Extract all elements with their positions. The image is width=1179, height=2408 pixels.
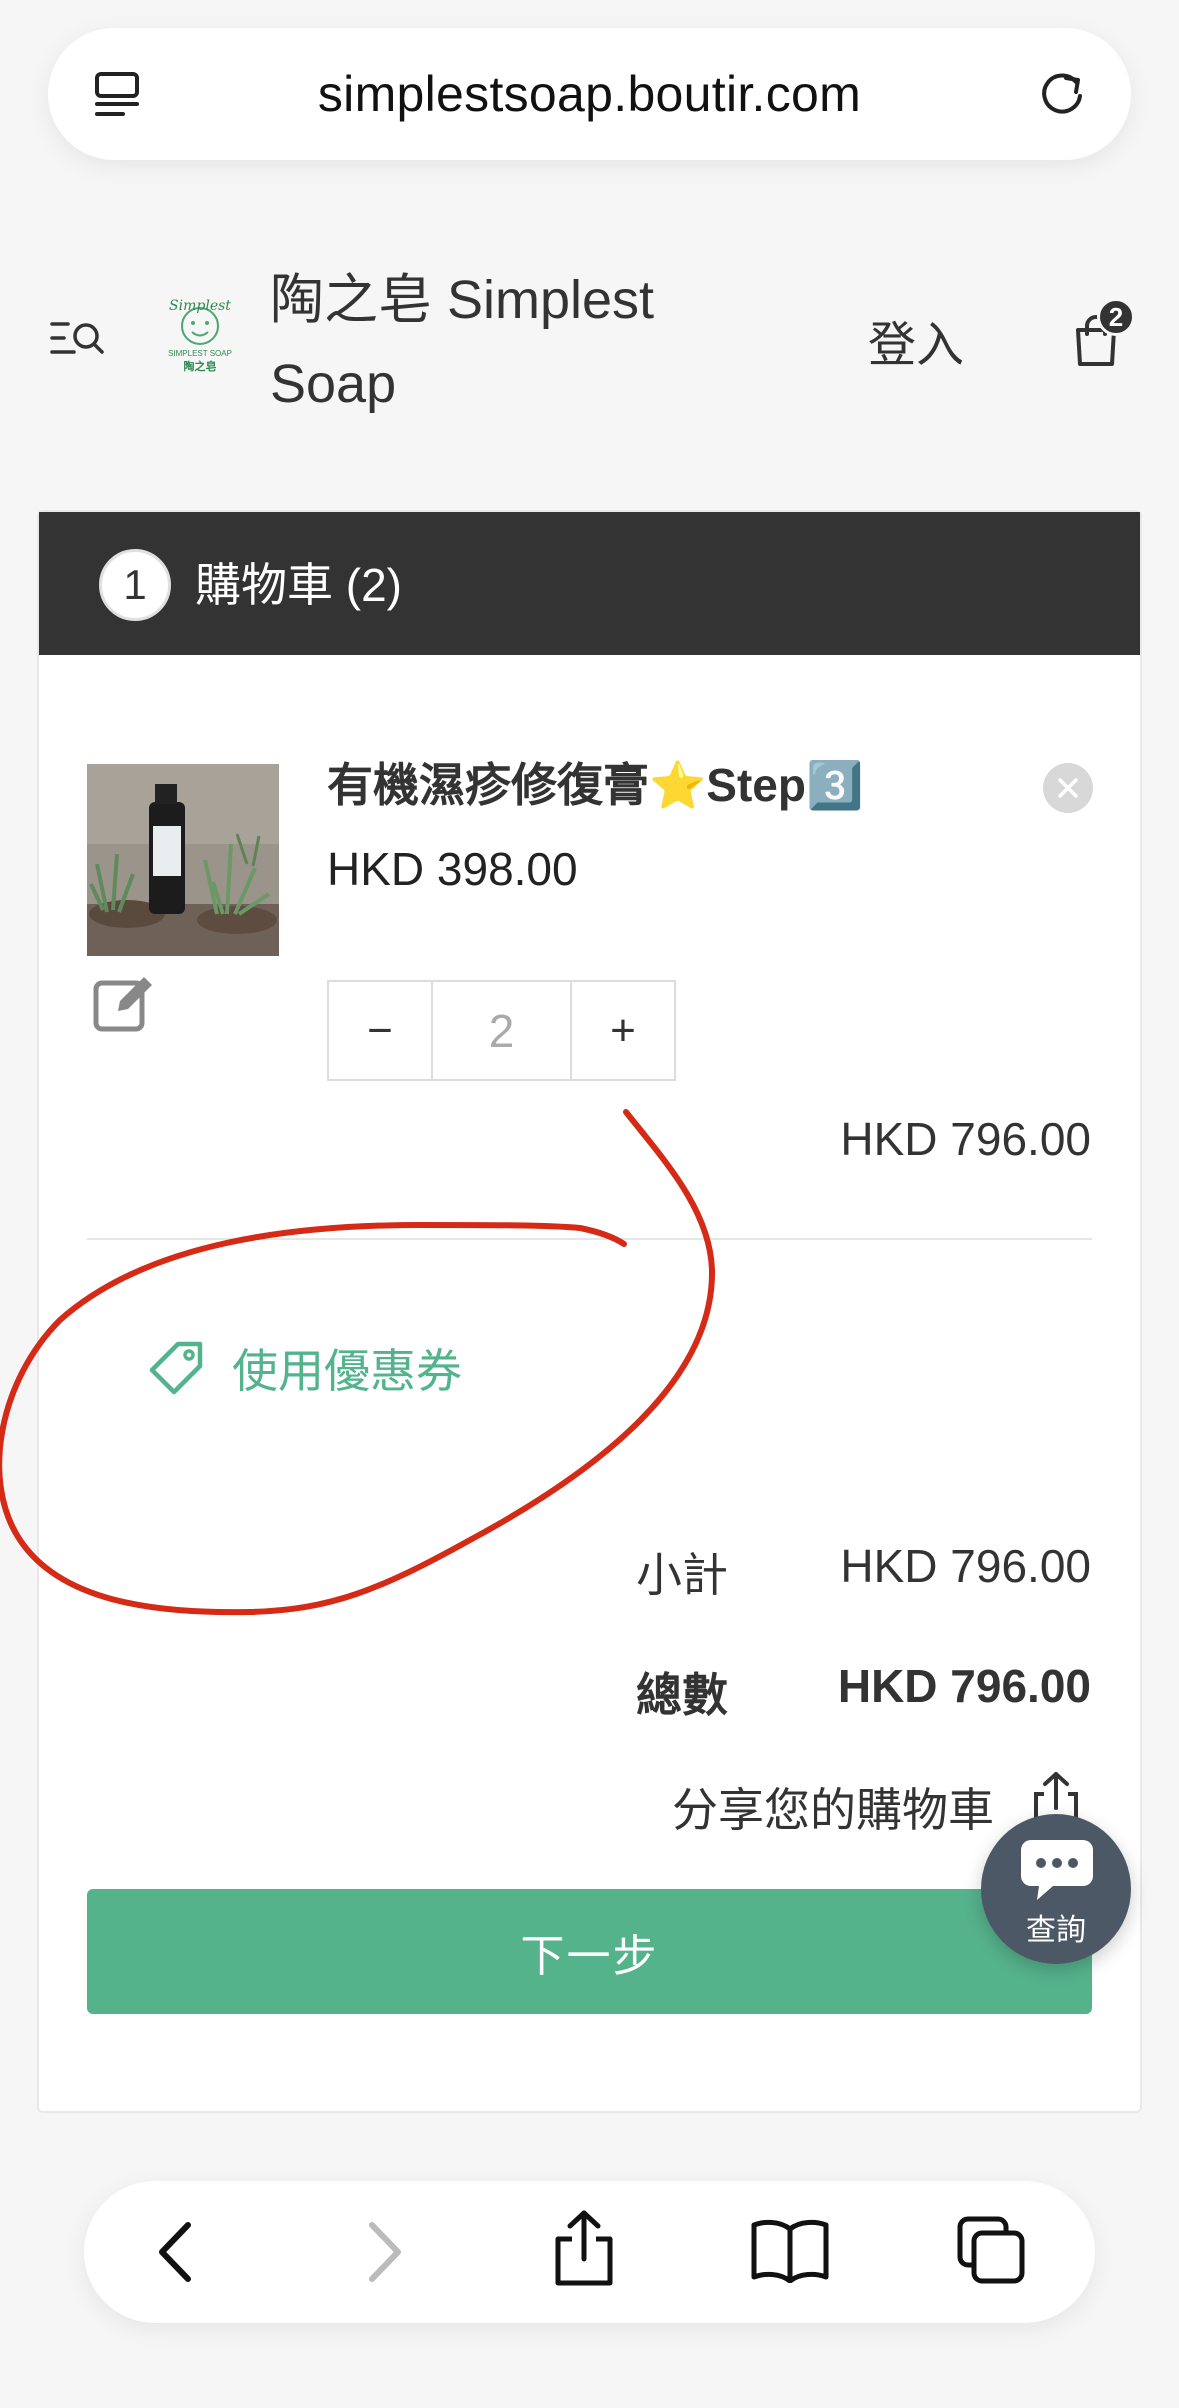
url-text[interactable]: simplestsoap.boutir.com bbox=[48, 28, 1131, 160]
line-total: HKD 796.00 bbox=[840, 1113, 1091, 1165]
share-icon[interactable] bbox=[552, 2209, 616, 2287]
logo-icon: Simplest SIMPLEST SOAP 陶之皂 bbox=[168, 298, 232, 373]
store-logo[interactable]: Simplest SIMPLEST SOAP 陶之皂 bbox=[152, 292, 248, 388]
address-bar[interactable]: simplestsoap.boutir.com bbox=[48, 28, 1131, 160]
reload-icon[interactable] bbox=[1036, 68, 1088, 120]
quantity-input[interactable]: 2 bbox=[431, 982, 572, 1079]
increase-quantity-button[interactable]: + bbox=[572, 982, 674, 1079]
cart-title: 購物車 (2) bbox=[195, 559, 402, 611]
product-image[interactable] bbox=[87, 764, 279, 956]
decrease-quantity-button[interactable]: − bbox=[329, 982, 431, 1079]
book-icon[interactable] bbox=[750, 2219, 830, 2283]
cart-card bbox=[37, 510, 1142, 2113]
svg-text:SIMPLEST SOAP: SIMPLEST SOAP bbox=[168, 349, 232, 358]
share-cart-link[interactable]: 分享您的購物車 bbox=[672, 1774, 994, 1840]
use-coupon-link[interactable]: 使用優惠券 bbox=[232, 1335, 462, 1401]
subtotal-value: HKD 796.00 bbox=[840, 1540, 1091, 1592]
svg-text:Simplest: Simplest bbox=[169, 298, 231, 314]
coupon-tag-icon[interactable] bbox=[148, 1340, 206, 1398]
store-name[interactable]: 陶之皂 Simplest Soap bbox=[270, 258, 710, 426]
cart-count-badge: 2 bbox=[1097, 298, 1135, 336]
svg-text:陶之皂: 陶之皂 bbox=[184, 359, 217, 373]
product-name[interactable]: 有機濕疹修復膏⭐Step3️⃣ bbox=[327, 755, 863, 815]
edit-icon[interactable] bbox=[92, 971, 156, 1035]
chat-bubble-icon bbox=[1021, 1840, 1093, 1900]
chevron-left-icon[interactable] bbox=[154, 2221, 198, 2283]
next-step-button[interactable]: 下一步 bbox=[87, 1889, 1092, 2014]
browser-toolbar bbox=[84, 2181, 1095, 2323]
product-price: HKD 398.00 bbox=[327, 843, 578, 895]
remove-item-button[interactable] bbox=[1043, 763, 1093, 813]
subtotal-label: 小計 bbox=[636, 1549, 728, 1601]
login-link[interactable]: 登入 bbox=[868, 305, 964, 375]
total-label: 總數 bbox=[636, 1669, 728, 1721]
quantity-stepper[interactable]: − 2 + bbox=[327, 980, 676, 1081]
tabs-icon[interactable] bbox=[956, 2215, 1026, 2285]
close-icon bbox=[1058, 778, 1078, 798]
step-number: 1 bbox=[99, 549, 171, 621]
total-value: HKD 796.00 bbox=[837, 1660, 1091, 1712]
chat-label: 查詢 bbox=[1026, 1914, 1086, 1947]
chevron-right-icon[interactable] bbox=[362, 2221, 406, 2283]
product-photo-icon bbox=[87, 764, 279, 956]
menu-search-icon[interactable] bbox=[50, 318, 104, 360]
divider bbox=[87, 1238, 1092, 1240]
